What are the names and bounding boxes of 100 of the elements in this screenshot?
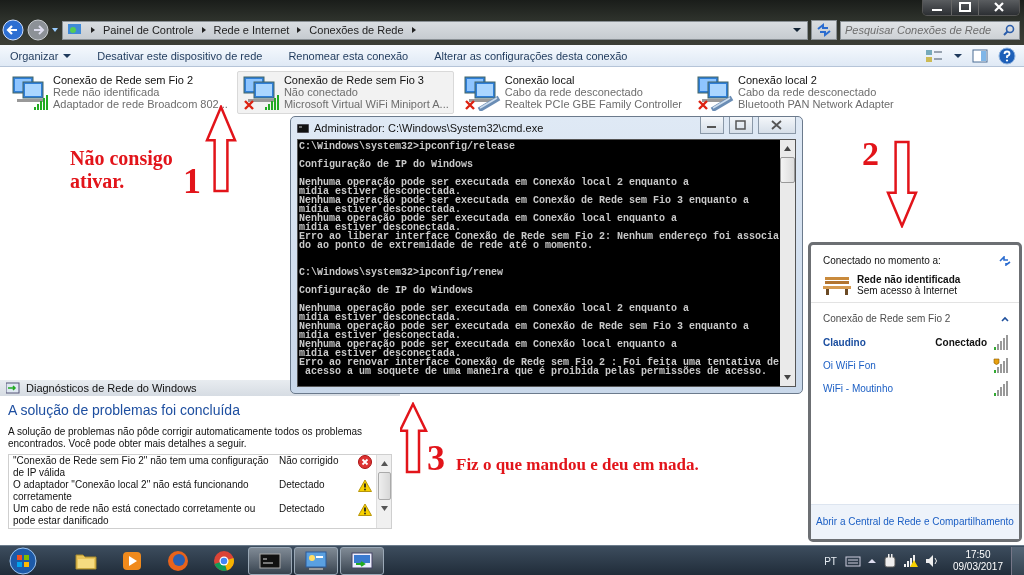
window-title: Diagnósticos de Rede do Windows xyxy=(26,382,197,394)
dropdown-caret-icon[interactable] xyxy=(793,26,801,34)
console-text: Nenhuma operação pode ser executada em Conexão local enquanto a xyxy=(299,340,679,349)
chevron-right-icon xyxy=(409,26,418,34)
network-folder-icon xyxy=(67,23,83,37)
chrome-icon xyxy=(212,549,236,573)
menu-button[interactable]: Organizar xyxy=(6,47,76,64)
close-button[interactable] xyxy=(758,116,796,134)
warning-icon xyxy=(358,479,372,492)
description: A solução de problemas não pôde corrigir automaticamente todos os problemas encontrados. Você pode obter mais detalhes a seguir. xyxy=(8,426,364,450)
toolbar-button[interactable]: Desativar este dispositivo de rede xyxy=(93,47,267,64)
command-line: C:\Windows\system32>ipconfig/release xyxy=(299,142,517,151)
adapter-name: Realtek PCIe GBE Family Controller xyxy=(504,98,683,110)
toolbar-button[interactable]: Alterar as configurações desta conexão xyxy=(430,47,632,64)
scroll-thumb[interactable] xyxy=(377,472,391,500)
connection-name: Conexão local xyxy=(504,74,576,86)
wifi-network-item[interactable]: WiFi - Moutinho xyxy=(821,380,1011,397)
connection-status: Não conectado xyxy=(283,86,359,98)
console-text: Nenhuma operação pode ser executada em Conexão de Rede sem Fio 3 enquanto a xyxy=(299,322,751,331)
connection-name: Conexão local 2 xyxy=(738,74,818,86)
help-icon[interactable] xyxy=(998,46,1016,65)
show-hidden-icons-icon[interactable] xyxy=(866,557,877,565)
window-title: Administrador: C:\Windows\System32\cmd.exe xyxy=(314,122,544,134)
console-text: Nenhuma operação pode ser executada em Conexão local 2 enquanto a xyxy=(299,304,691,313)
heading: A solução de problemas foi concluída xyxy=(8,402,241,418)
control-panel-icon xyxy=(304,549,328,573)
taskbar-app-button[interactable] xyxy=(340,547,384,575)
connection-item[interactable]: Conexão de Rede sem Fio 3 Não conectado Microsoft Virtual WiFi Miniport A... xyxy=(236,71,454,114)
scroll-down-arrow-icon[interactable] xyxy=(380,506,388,511)
close-button[interactable] xyxy=(979,0,1019,15)
maximize-button[interactable] xyxy=(952,0,979,15)
search-icon[interactable] xyxy=(1003,24,1015,36)
section-header[interactable]: Conexão de Rede sem Fio 2 xyxy=(821,309,1011,328)
keyboard-icon[interactable] xyxy=(844,555,861,567)
caret-icon[interactable] xyxy=(954,52,962,59)
annotation-number: 2 xyxy=(862,137,879,171)
console-text: mídia estiver desconectada. xyxy=(299,349,462,358)
console-text: mídia estiver desconectada. xyxy=(299,187,462,196)
console-text: Erro ao renovar interface Conexão de Rede sem Fio 2 : Foi feita uma tentativa de xyxy=(299,358,780,367)
console-text: mídia estiver desconectada. xyxy=(299,331,462,340)
forward-button[interactable] xyxy=(27,19,49,41)
annotation-text: Fiz o que mandou e deu em nada. xyxy=(456,455,700,475)
scrollbar[interactable] xyxy=(780,140,796,386)
minimize-button[interactable] xyxy=(923,0,952,15)
caret-icon xyxy=(63,52,72,59)
console-text: Nenhuma operação pode ser executada em Conexão local enquanto a xyxy=(299,214,679,223)
warning-icon xyxy=(358,503,372,516)
problem-text: "Conexão de Rede sem Fio 2" não tem uma configuração de IP válida xyxy=(13,455,270,478)
language-indicator[interactable]: PT xyxy=(824,555,837,567)
error-icon xyxy=(358,455,372,469)
connection-name: Conexão de Rede sem Fio 3 xyxy=(283,74,425,86)
problem-text: Um cabo de rede não está conectado corretamente ou pode estar danificado xyxy=(13,503,257,526)
connection-status: Cabo da rede desconectado xyxy=(504,86,644,98)
address-bar[interactable]: Painel de Controle Rede e Internet Conexões de Rede xyxy=(62,20,808,40)
connection-item[interactable]: Conexão local 2 Cabo da rede desconectado Bluetooth PAN Network Adapter xyxy=(691,71,899,114)
start-button[interactable] xyxy=(6,546,40,575)
wifi-network-item[interactable]: Claudino Conectado xyxy=(821,334,1011,351)
chevron-right-icon xyxy=(199,26,208,34)
scroll-up-arrow-icon[interactable] xyxy=(784,146,792,151)
console-text: Nenhuma operação pode ser executada em Conexão local 2 enquanto a xyxy=(299,178,691,187)
adapter-name: Bluetooth PAN Network Adapter xyxy=(738,98,894,110)
scroll-thumb[interactable] xyxy=(780,157,796,183)
taskbar-app-button[interactable] xyxy=(294,547,338,575)
search-field[interactable]: Pesquisar Conexões de Rede xyxy=(840,20,1020,40)
scroll-up-arrow-icon[interactable] xyxy=(380,461,388,466)
scrollbar[interactable] xyxy=(376,455,391,528)
console-text: mídia estiver desconectada. xyxy=(299,313,462,322)
power-icon[interactable] xyxy=(882,554,897,568)
adapter-name: Microsoft Virtual WiFi Miniport A... xyxy=(283,98,449,110)
console-text: do ao ponto de extremidade de rede até o momento. xyxy=(299,241,595,250)
console-text: mídia estiver desconectada. xyxy=(299,205,462,214)
network-warning-icon[interactable] xyxy=(902,554,919,568)
back-button[interactable] xyxy=(2,19,24,41)
toolbar-button[interactable]: Renomear esta conexão xyxy=(284,47,413,64)
console-text: acesso a um soquete de uma maneira que é proibida pelas permissões de acesso. xyxy=(304,367,769,376)
annotation-number: 3 xyxy=(427,440,445,476)
connection-status: Rede não identificada xyxy=(53,86,161,98)
annotation-number: 1 xyxy=(183,163,201,199)
command-line: C:\Windows\system32>ipconfig/renew xyxy=(299,268,505,277)
wifi-network-item[interactable]: Oi WiFi Fon xyxy=(821,357,1011,374)
flyout-header: Conectado no momento a: xyxy=(823,255,941,266)
minimize-button[interactable] xyxy=(700,116,724,134)
console-text: mídia estiver desconectada. xyxy=(299,223,462,232)
network-status: Sem acesso à Internet xyxy=(857,285,959,296)
refresh-icon[interactable] xyxy=(999,255,1011,266)
firefox-icon xyxy=(166,549,190,573)
console-text: Configuração de IP do Windows xyxy=(299,286,475,295)
console-text: Erro ao liberar interface Conexão de Rede sem Fio 2: Nenhum endereço foi associa xyxy=(299,232,780,241)
scroll-down-arrow-icon[interactable] xyxy=(784,375,792,380)
breadcrumb-item[interactable]: Rede e Internet xyxy=(213,24,290,36)
media-player-icon xyxy=(120,549,144,573)
clock[interactable]: 17:50 09/03/2017 xyxy=(952,549,1003,573)
breadcrumb-item[interactable]: Painel de Controle xyxy=(103,24,194,36)
arrow-down-icon xyxy=(886,140,918,228)
adapter-name: Adaptador de rede Broadcom 802... xyxy=(53,98,228,110)
breadcrumb-item[interactable]: Conexões de Rede xyxy=(309,24,404,36)
refresh-icon[interactable] xyxy=(811,20,837,40)
connection-item[interactable]: Conexão de Rede sem Fio 2 Rede não identificada Adaptador de rede Broadcom 802... xyxy=(6,71,233,114)
connection-item[interactable]: Conexão local Cabo da rede desconectado Realtek PCIe GBE Family Controller xyxy=(457,71,688,114)
taskbar-app-button[interactable] xyxy=(248,547,292,575)
